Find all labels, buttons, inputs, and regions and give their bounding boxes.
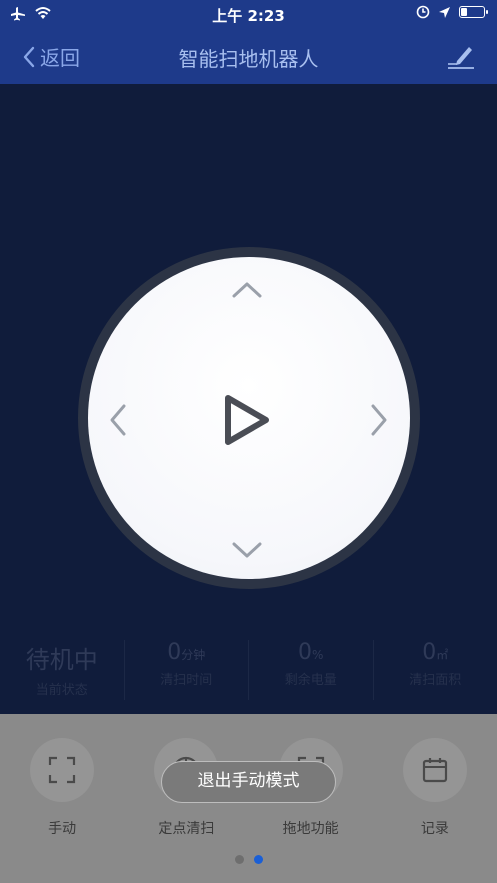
arrow-right-button[interactable]: [369, 403, 389, 437]
function-label: 记录: [420, 821, 449, 837]
battery-icon: [459, 6, 488, 18]
edit-icon[interactable]: [445, 40, 477, 72]
fullscreen-icon: [49, 756, 76, 784]
arrow-left-button[interactable]: [108, 403, 128, 437]
arrow-down-button[interactable]: [231, 540, 263, 560]
function-label: 定点清扫: [158, 821, 215, 837]
stat-value: 0㎡: [374, 640, 497, 665]
stat-label: 当前状态: [35, 683, 88, 698]
battery-level: [461, 8, 467, 16]
stat-number: 0: [298, 640, 313, 665]
stat-number: 0: [167, 640, 182, 665]
status-bar: 上午 2:23: [0, 0, 497, 28]
stats-row: 待机中 当前状态 0分钟 清扫时间 0% 剩余电量 0㎡ 清扫面积: [0, 640, 497, 700]
location-arrow-icon: [439, 6, 450, 18]
location-lock-icon: [416, 5, 430, 19]
function-label: 手动: [48, 821, 77, 837]
stat-clean-time: 0分钟 清扫时间: [125, 640, 249, 700]
stat-label: 清扫时间: [160, 673, 213, 688]
stat-number: 0: [422, 640, 437, 665]
stat-label: 清扫面积: [409, 673, 462, 688]
stat-unit: %: [312, 648, 324, 662]
function-manual[interactable]: 手动: [0, 714, 124, 838]
arrow-up-button[interactable]: [231, 280, 263, 300]
stat-battery: 0% 剩余电量: [249, 640, 374, 700]
exit-manual-mode-button[interactable]: 退出手动模式: [161, 761, 336, 803]
stat-unit: 分钟: [181, 648, 206, 662]
function-circle: [402, 738, 467, 802]
stat-label: 剩余电量: [284, 673, 337, 688]
page-indicator: [0, 855, 497, 864]
stat-value: 待机中: [0, 640, 124, 675]
calendar-icon: [422, 758, 447, 783]
function-label: 拖地功能: [282, 821, 339, 837]
function-records[interactable]: 记录: [373, 714, 497, 838]
play-button[interactable]: [222, 394, 272, 446]
nav-bar: 返回 智能扫地机器人: [0, 28, 497, 84]
stat-value: 0%: [249, 640, 373, 665]
page-title: 智能扫地机器人: [178, 47, 319, 71]
stat-value: 0分钟: [125, 640, 249, 665]
function-circle: [30, 738, 95, 802]
page-dot-1[interactable]: [234, 855, 244, 864]
stat-number: 待机中: [25, 646, 98, 674]
stat-unit: ㎡: [436, 648, 449, 662]
page-dot-2[interactable]: [253, 855, 263, 864]
status-right: [416, 5, 488, 19]
stat-status: 待机中 当前状态: [0, 640, 125, 700]
stat-area: 0㎡ 清扫面积: [374, 640, 497, 700]
